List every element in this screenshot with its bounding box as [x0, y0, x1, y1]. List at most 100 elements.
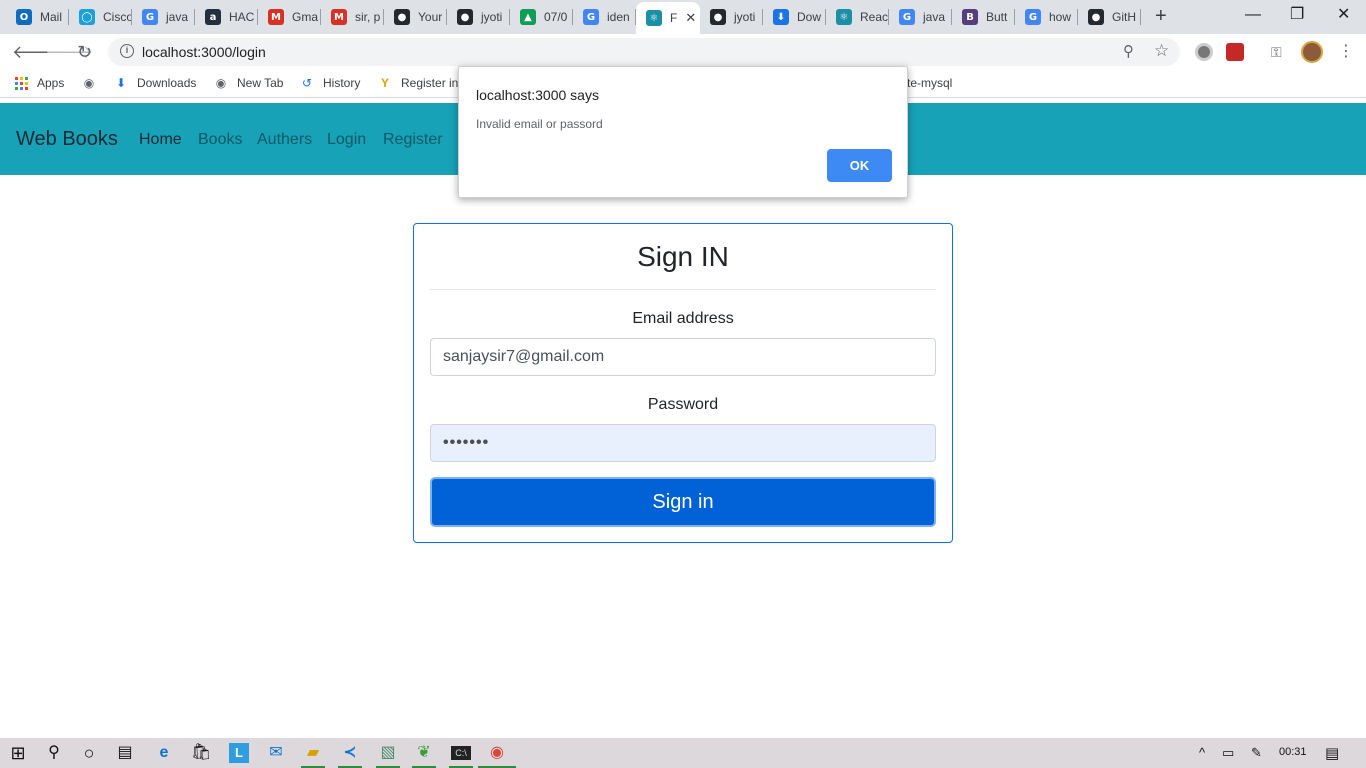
- browser-tab[interactable]: Gjava: [132, 4, 195, 30]
- bookmark-apps[interactable]: Apps: [15, 76, 64, 90]
- divider: [430, 289, 936, 290]
- browser-tab[interactable]: ● Your: [384, 4, 447, 30]
- browser-toolbar: 🡐 🡒 ↻ i localhost:3000/login ⚲ ☆ ⚿ ⋮: [0, 34, 1366, 70]
- cortana-icon[interactable]: ○: [79, 743, 99, 763]
- extension-icon[interactable]: [1195, 43, 1213, 61]
- window-close-button[interactable]: ✕: [1337, 6, 1350, 24]
- brand-logo[interactable]: Web Books: [16, 128, 118, 151]
- bookmark-downloads[interactable]: ⬇ Downloads: [114, 76, 196, 90]
- search-icon[interactable]: ⚲: [44, 743, 64, 763]
- browser-tab[interactable]: ◯ Cisco: [69, 4, 132, 30]
- globe-icon: ◉: [215, 76, 227, 90]
- browser-tab-strip: + — ❐ ✕ O Mail ◯ Cisco Gjava a HAC M Gma Msir, p ●…: [0, 0, 1366, 34]
- nav-register[interactable]: Register: [383, 131, 443, 149]
- browser-tab[interactable]: ⚛ F ✕: [636, 2, 700, 34]
- tab-label: Dow: [797, 10, 822, 24]
- browser-tab[interactable]: Gjava: [889, 4, 952, 30]
- globe-icon: ◉: [83, 76, 95, 90]
- password-field[interactable]: •••••••: [430, 424, 936, 462]
- file-explorer-icon[interactable]: ▰: [303, 743, 323, 763]
- battery-icon[interactable]: ▭: [1222, 745, 1234, 761]
- tab-label: jyoti: [734, 10, 756, 24]
- app-l-icon[interactable]: L: [229, 743, 249, 763]
- browser-tab[interactable]: B Butt: [952, 4, 1015, 30]
- tab-separator: [1140, 9, 1141, 25]
- windows-start-icon[interactable]: ⊞: [8, 743, 28, 763]
- bookmark-star-icon[interactable]: ☆: [1154, 41, 1169, 61]
- tray-chevron-icon[interactable]: ^: [1199, 745, 1205, 760]
- edge-icon[interactable]: e: [154, 743, 174, 763]
- extension-red-icon[interactable]: [1226, 43, 1244, 61]
- alert-dialog: localhost:3000 says Invalid email or pas…: [458, 66, 908, 198]
- browser-tab[interactable]: ⚛ Reac: [826, 4, 889, 30]
- react-icon: ⚛: [646, 10, 662, 26]
- alert-ok-button[interactable]: OK: [827, 149, 892, 182]
- tab-close-icon[interactable]: ✕: [685, 10, 696, 26]
- drive-icon: ▲: [520, 9, 536, 25]
- cisco-icon: ◯: [79, 9, 95, 25]
- google-icon: G: [1025, 9, 1041, 25]
- restore-button[interactable]: ❐: [1290, 6, 1304, 24]
- github-icon: ●: [457, 9, 473, 25]
- menu-kebab-icon[interactable]: ⋮: [1338, 42, 1354, 62]
- browser-tab[interactable]: O Mail: [6, 4, 69, 30]
- signin-button[interactable]: Sign in: [430, 477, 936, 527]
- bookmark-register[interactable]: Y Register in: [378, 76, 458, 90]
- avatar[interactable]: [1301, 41, 1323, 63]
- notepad-icon[interactable]: ▧: [378, 743, 398, 763]
- notifications-icon[interactable]: ▤: [1325, 744, 1339, 762]
- browser-tab[interactable]: Ghow: [1015, 4, 1078, 30]
- zoom-icon[interactable]: ⚲: [1123, 42, 1134, 60]
- bookmark-mysql[interactable]: te-mysql: [907, 76, 952, 90]
- apps-grid-dot: [20, 81, 23, 85]
- tab-label: jyoti: [481, 10, 503, 24]
- signin-title: Sign IN: [637, 241, 729, 272]
- nav-authers[interactable]: Authers: [257, 131, 312, 149]
- browser-tab[interactable]: ⬇ Dow: [763, 4, 826, 30]
- browser-tab[interactable]: ▲ 07/0: [510, 4, 573, 30]
- mail-icon[interactable]: ✉: [266, 743, 286, 763]
- store-icon[interactable]: 🛍: [191, 743, 211, 763]
- site-info-icon[interactable]: i: [120, 44, 134, 58]
- browser-tab[interactable]: ● GitH: [1078, 4, 1141, 30]
- task-view-icon[interactable]: ▤: [115, 743, 135, 763]
- bookmark-label: Register in: [401, 76, 459, 90]
- google-icon: G: [899, 9, 915, 25]
- gmail-icon: M: [268, 9, 284, 25]
- clock[interactable]: 00:31: [1279, 746, 1307, 758]
- mongodb-icon[interactable]: ❦: [414, 743, 434, 763]
- bookmark-history[interactable]: ↺ History: [300, 76, 360, 90]
- terminal-icon[interactable]: C:\: [451, 746, 471, 760]
- tab-label: Gma: [292, 10, 319, 24]
- vscode-icon[interactable]: ≺: [340, 743, 360, 763]
- browser-tab[interactable]: M Gma: [258, 4, 321, 30]
- tab-label: Cisco: [103, 10, 132, 24]
- apps-grid-dot: [25, 81, 28, 85]
- tab-label: Mail: [40, 10, 63, 24]
- bookmark-globe[interactable]: ◉: [82, 76, 105, 90]
- nav-home[interactable]: Home: [139, 131, 182, 149]
- address-url[interactable]: localhost:3000/login: [142, 44, 266, 60]
- minimize-button[interactable]: —: [1245, 6, 1261, 24]
- key-icon[interactable]: ⚿: [1271, 43, 1289, 61]
- chrome-icon[interactable]: ◉: [487, 743, 507, 763]
- browser-tab[interactable]: a HAC: [195, 4, 258, 30]
- email-field[interactable]: sanjaysir7@gmail.com: [430, 338, 936, 376]
- hackerearth-icon: Y: [380, 76, 389, 90]
- apps-grid-dot: [20, 76, 23, 80]
- new-tab-button[interactable]: +: [1155, 6, 1167, 26]
- nav-login[interactable]: Login: [327, 131, 366, 149]
- browser-tab[interactable]: Giden: [573, 4, 636, 30]
- browser-tab[interactable]: ● jyoti: [700, 4, 763, 30]
- pen-icon[interactable]: ✎: [1251, 745, 1262, 761]
- address-bar[interactable]: i localhost:3000/login ⚲ ☆: [108, 38, 1180, 66]
- google-icon: G: [583, 9, 599, 25]
- reload-button[interactable]: ↻: [77, 42, 92, 62]
- browser-tab[interactable]: Msir, p: [321, 4, 384, 30]
- nav-books[interactable]: Books: [198, 131, 242, 149]
- tab-label: Reac: [860, 10, 889, 24]
- browser-tab[interactable]: ● jyoti: [447, 4, 510, 30]
- tab-label: Butt: [986, 10, 1008, 24]
- bookmark-new-tab[interactable]: ◉ New Tab: [214, 76, 284, 90]
- apps-grid-icon: [15, 76, 28, 90]
